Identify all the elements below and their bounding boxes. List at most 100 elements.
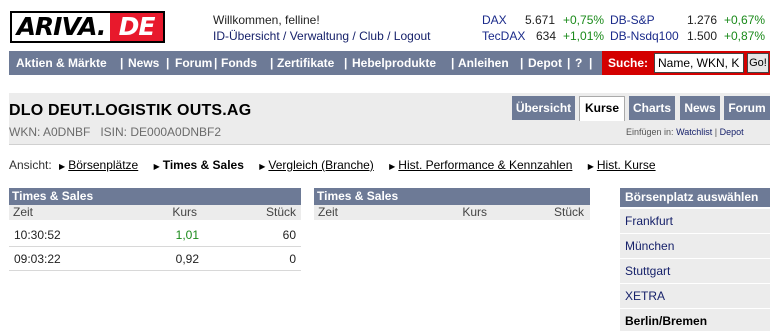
nav-divider: | bbox=[589, 56, 593, 70]
index-name: DAX bbox=[482, 13, 507, 27]
nav-help[interactable]: ? bbox=[575, 51, 582, 75]
arrow-right-icon: ▶ bbox=[587, 162, 594, 171]
tab-charts[interactable]: Charts bbox=[629, 96, 675, 120]
watchlist-separator: | bbox=[712, 127, 720, 137]
tab-uebersicht[interactable]: Übersicht bbox=[512, 96, 575, 120]
link-id-uebersicht[interactable]: ID-Übersicht bbox=[213, 29, 280, 43]
index-dbsp-change: +0,67% bbox=[724, 13, 766, 27]
exchange-link[interactable]: München bbox=[625, 239, 674, 253]
exchange-xetra[interactable]: XETRA bbox=[620, 284, 770, 308]
index-dax[interactable]: DAX bbox=[482, 13, 507, 27]
link-verwaltung[interactable]: Verwaltung bbox=[290, 29, 349, 43]
index-name: TecDAX bbox=[482, 29, 526, 43]
cell-stueck: 0 bbox=[289, 252, 296, 266]
exchange-selector: Börsenplatz auswählen Frankfurt München … bbox=[620, 188, 770, 331]
col-stueck: Stück bbox=[553, 205, 584, 219]
nav-zertifikate[interactable]: Zertifikate bbox=[277, 51, 334, 75]
view-label: Ansicht: bbox=[9, 158, 52, 172]
logo-text-ariva: ARIVA. bbox=[12, 13, 110, 41]
search-label: Suche: bbox=[608, 56, 649, 70]
tab-forum[interactable]: Forum bbox=[724, 96, 770, 120]
wkn-isin: WKN: A0DNBF ISIN: DE000A0DNBF2 bbox=[9, 125, 222, 139]
exchange-link[interactable]: Stuttgart bbox=[625, 264, 670, 278]
ariva-logo[interactable]: ARIVA. DE bbox=[10, 11, 165, 43]
exchange-link[interactable]: XETRA bbox=[625, 289, 665, 303]
nav-divider: | bbox=[120, 56, 124, 70]
link-logout[interactable]: Logout bbox=[394, 29, 431, 43]
nav-divider: | bbox=[567, 56, 571, 70]
index-dax-value: 5.671 bbox=[525, 13, 556, 27]
arrow-right-icon: ▶ bbox=[389, 162, 396, 171]
view-hist-performance[interactable]: Hist. Performance & Kennzahlen bbox=[398, 158, 572, 172]
nav-divider: | bbox=[520, 56, 524, 70]
table-header-row: Zeit Kurs Stück bbox=[314, 205, 590, 220]
link-separator: / bbox=[349, 29, 360, 43]
user-links: ID-Übersicht / Verwaltung / Club / Logou… bbox=[213, 29, 431, 43]
col-stueck: Stück bbox=[265, 205, 296, 219]
nav-divider: | bbox=[451, 56, 455, 70]
table-row: 09:03:22 0,92 0 bbox=[9, 247, 301, 271]
index-name: DB-Nsdq100 bbox=[610, 29, 679, 43]
nav-news[interactable]: News bbox=[128, 51, 159, 75]
index-dbnsdq100[interactable]: DB-Nsdq100 bbox=[610, 29, 679, 43]
nav-hebelprodukte[interactable]: Hebelprodukte bbox=[352, 51, 436, 75]
view-boersenplaetze[interactable]: Börsenplätze bbox=[68, 158, 138, 172]
cell-kurs: 1,01 bbox=[175, 228, 199, 242]
table-header-row: Zeit Kurs Stück bbox=[9, 205, 301, 220]
link-separator: / bbox=[279, 29, 290, 43]
search-box: Suche: Go! bbox=[602, 51, 770, 75]
index-dax-change: +0,75% bbox=[563, 13, 605, 27]
table-row: 10:30:52 1,01 60 bbox=[9, 223, 301, 247]
watchlist-prefix: Einfügen in: bbox=[626, 127, 674, 137]
view-selector: Ansicht: ▶ Börsenplätze ▶ Times & Sales ▶ V… bbox=[9, 158, 668, 172]
nav-aktien-maerkte[interactable]: Aktien & Märkte bbox=[16, 51, 107, 75]
link-club[interactable]: Club bbox=[359, 29, 384, 43]
add-to-depot-link[interactable]: Depot bbox=[720, 127, 744, 137]
add-to-watchlist-link[interactable]: Watchlist bbox=[676, 127, 712, 137]
nav-divider: | bbox=[270, 56, 274, 70]
tab-news[interactable]: News bbox=[680, 96, 720, 120]
page-title: DLO DEUT.LOGISTIK OUTS.AG bbox=[9, 102, 252, 119]
watchlist-links: Einfügen in: Watchlist | Depot bbox=[626, 127, 744, 137]
tab-kurse[interactable]: Kurse bbox=[579, 96, 625, 121]
exchange-muenchen[interactable]: München bbox=[620, 234, 770, 258]
exchange-selector-title: Börsenplatz auswählen bbox=[620, 188, 770, 207]
arrow-right-icon: ▶ bbox=[59, 162, 66, 171]
arrow-right-icon: ▶ bbox=[153, 162, 160, 171]
col-kurs: Kurs bbox=[462, 205, 487, 219]
nav-divider: | bbox=[344, 56, 348, 70]
nav-depot[interactable]: Depot bbox=[528, 51, 562, 75]
table-title: Times & Sales bbox=[314, 188, 590, 205]
col-zeit: Zeit bbox=[13, 205, 34, 219]
times-sales-table-right: Times & Sales Zeit Kurs Stück bbox=[314, 188, 590, 220]
nav-forum[interactable]: Forum bbox=[175, 51, 212, 75]
col-kurs: Kurs bbox=[172, 205, 197, 219]
exchange-frankfurt[interactable]: Frankfurt bbox=[620, 209, 770, 233]
index-dbsp[interactable]: DB-S&P bbox=[610, 13, 655, 27]
exchange-link[interactable]: Frankfurt bbox=[625, 214, 673, 228]
view-times-sales[interactable]: Times & Sales bbox=[163, 158, 244, 172]
index-tecdax[interactable]: TecDAX bbox=[482, 29, 525, 43]
times-sales-table-left: Times & Sales Zeit Kurs Stück 10:30:52 1… bbox=[9, 188, 301, 271]
index-name: DB-S&P bbox=[610, 13, 655, 27]
col-zeit: Zeit bbox=[318, 205, 339, 219]
index-dbsp-value: 1.276 bbox=[687, 13, 718, 27]
view-hist-kurse[interactable]: Hist. Kurse bbox=[597, 158, 656, 172]
index-dbnsdq100-value: 1.500 bbox=[687, 29, 718, 43]
cell-stueck: 60 bbox=[282, 228, 296, 242]
search-input[interactable] bbox=[654, 53, 744, 73]
view-vergleich[interactable]: Vergleich (Branche) bbox=[268, 158, 373, 172]
table-title: Times & Sales bbox=[9, 188, 301, 205]
cell-zeit: 10:30:52 bbox=[14, 228, 61, 242]
top-header: ARIVA. DE Willkommen, felline! ID-Übersi… bbox=[0, 0, 773, 48]
arrow-right-icon: ▶ bbox=[259, 162, 266, 171]
index-tecdax-change: +1,01% bbox=[563, 29, 605, 43]
cell-kurs: 0,92 bbox=[175, 252, 199, 266]
link-separator: / bbox=[383, 29, 394, 43]
main-navbar: Aktien & Märkte | News | Forum | Fonds |… bbox=[9, 51, 770, 75]
nav-fonds[interactable]: Fonds bbox=[221, 51, 257, 75]
exchange-stuttgart[interactable]: Stuttgart bbox=[620, 259, 770, 283]
search-go-button[interactable]: Go! bbox=[747, 53, 769, 73]
logo-text-de: DE bbox=[110, 13, 163, 41]
nav-anleihen[interactable]: Anleihen bbox=[458, 51, 509, 75]
